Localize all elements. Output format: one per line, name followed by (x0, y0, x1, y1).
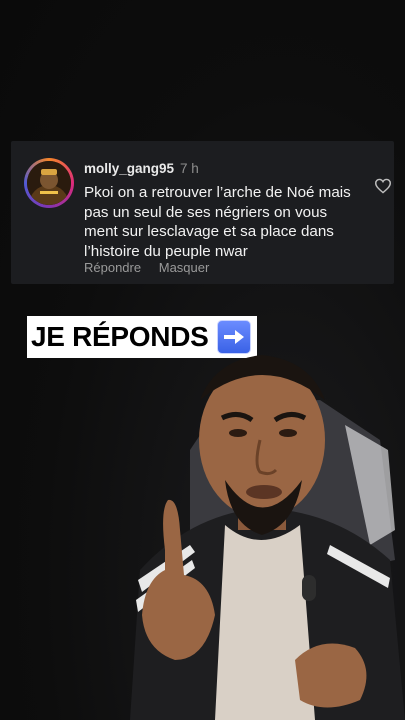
hide-button[interactable]: Masquer (159, 260, 210, 275)
comment-card: molly_gang95 7 h Pkoi on a retrouver l’ar… (11, 141, 394, 284)
username-text[interactable]: molly_gang95 (84, 161, 174, 176)
comment-time: 7 h (180, 161, 199, 176)
reply-button[interactable]: Répondre (84, 260, 141, 275)
person-illustration (130, 355, 405, 720)
user-avatar[interactable] (24, 158, 74, 208)
heart-icon[interactable] (374, 178, 392, 194)
comment-actions: Répondre Masquer (84, 260, 223, 275)
comment-text: Pkoi on a retrouver l’arche de Noé mais … (84, 184, 351, 260)
comment-username[interactable]: molly_gang95 7 h (84, 161, 199, 176)
avatar-icon (27, 161, 71, 205)
